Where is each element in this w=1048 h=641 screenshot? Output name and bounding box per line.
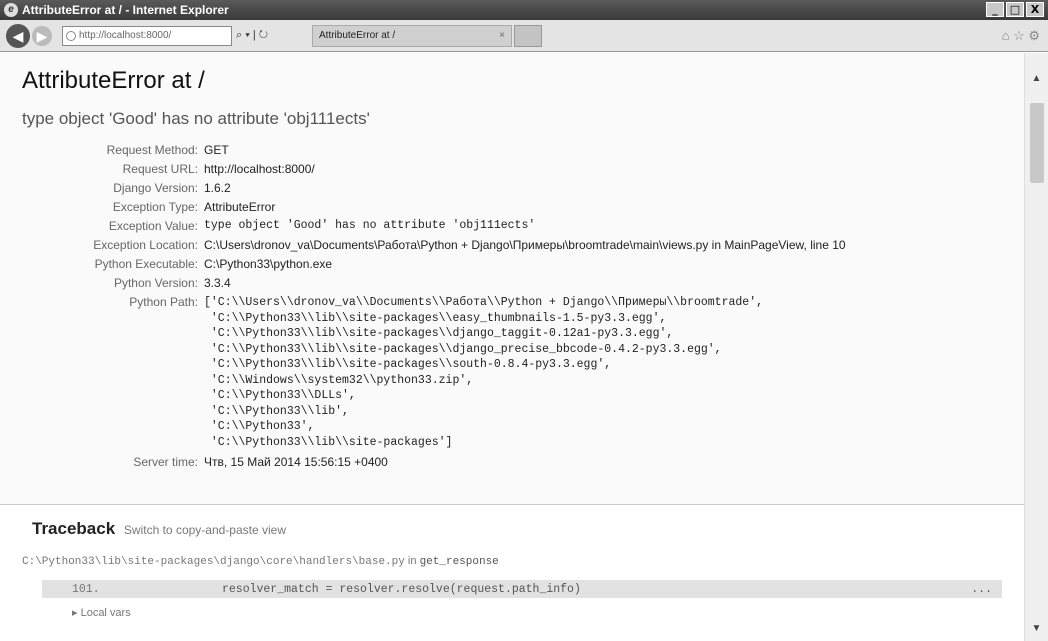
close-button[interactable]: X [1026,2,1044,17]
address-url: http://localhost:8000/ [79,30,172,41]
tab-active[interactable]: AttributeError at / × [312,24,512,47]
meta-value: 1.6.2 [204,181,231,195]
meta-row: Exception Value: type object 'Good' has n… [22,217,846,236]
error-message: type object 'Good' has no attribute 'obj… [22,109,370,128]
meta-row: Exception Type: AttributeError [22,198,846,217]
frame-function: get_response [419,556,499,568]
meta-label: Exception Location: [93,238,198,252]
page-content: AttributeError at / type object 'Good' h… [0,53,1024,641]
minimize-button[interactable]: _ [986,2,1004,17]
meta-row: Exception Location: C:\Users\dronov_va\Do… [22,236,846,255]
meta-value: type object 'Good' has no attribute 'obj… [204,219,536,232]
meta-row: Python Executable: C:\Python33\python.exe [22,255,846,274]
new-tab-button[interactable] [514,24,542,47]
meta-label: Request URL: [122,162,198,176]
window-controls: _ □ X [986,2,1044,17]
context-dots[interactable]: ... [971,583,992,596]
meta-row: Server time: Чтв, 15 Май 2014 15:56:15 +0… [22,453,846,472]
meta-row: Request Method: GET [22,141,846,160]
frame-in: in [404,555,420,567]
meta-label: Exception Type: [112,200,198,214]
browser-tools[interactable]: ⌂ ☆ ⚙ [1002,28,1040,44]
meta-row: Python Path: ['C:\\Users\\dronov_va\\Docu… [22,293,846,453]
meta-row: Python Version: 3.3.4 [22,274,846,293]
scroll-thumb[interactable] [1030,103,1044,183]
meta-label: Server time: [133,455,198,469]
code-line: resolver_match = resolver.resolve(reques… [222,582,581,596]
error-summary: AttributeError at / type object 'Good' h… [0,53,1024,505]
traceback-title: Traceback [32,519,116,538]
meta-value: C:\Python33\python.exe [204,257,333,271]
vertical-scrollbar[interactable]: ▲ ▼ [1024,53,1048,641]
forward-button[interactable]: ▶ [32,25,52,46]
scroll-up-icon[interactable]: ▲ [1025,71,1048,87]
switch-view-link[interactable]: Switch to copy-and-paste view [124,523,286,537]
error-title: AttributeError at / [22,67,205,94]
meta-label: Python Version: [113,276,198,290]
ie-logo-icon: e [4,3,18,17]
meta-row: Django Version: 1.6.2 [22,179,846,198]
page-icon [66,30,76,41]
meta-label: Exception Value: [108,219,198,233]
meta-value: 3.3.4 [204,276,231,290]
meta-value: GET [204,143,229,157]
request-meta-table: Request Method: GET Request URL: http://loc… [22,141,846,472]
traceback-heading: Traceback Switch to copy-and-paste view [32,519,1024,539]
window-title: AttributeError at / - Internet Explorer [22,3,229,17]
frame-file-path: C:\Python33\lib\site-packages\django\cor… [22,556,405,568]
meta-label: Request Method: [106,143,198,157]
meta-value: ['C:\\Users\\dronov_va\\Documents\\Работ… [204,296,763,449]
context-line[interactable]: 101. resolver_match = resolver.resolve(r… [42,580,1002,598]
tab-title: AttributeError at / [319,30,396,41]
meta-label: Python Path: [129,295,198,309]
address-bar[interactable]: http://localhost:8000/ [62,25,232,46]
local-vars-toggle[interactable]: ▸ Local vars [72,606,1024,619]
meta-value: C:\Users\dronov_va\Documents\Работа\Pyth… [204,238,846,252]
browser-navbar: ◀ ▶ http://localhost:8000/ ⌕ ▾ | ↻ Attri… [0,20,1048,52]
meta-value: http://localhost:8000/ [204,162,315,176]
address-tools[interactable]: ⌕ ▾ | ↻ [236,29,306,42]
meta-value: AttributeError [204,200,276,214]
meta-label: Python Executable: [94,257,198,271]
maximize-button[interactable]: □ [1006,2,1024,17]
meta-value: Чтв, 15 Май 2014 15:56:15 +0400 [204,455,388,469]
traceback-section: Traceback Switch to copy-and-paste view … [0,505,1024,619]
tab-close-icon[interactable]: × [499,30,505,41]
frame-file: C:\Python33\lib\site-packages\django\cor… [22,555,1024,568]
meta-label: Django Version: [113,181,198,195]
line-number: 101. [72,582,100,596]
window-titlebar: e AttributeError at / - Internet Explore… [0,0,1048,20]
back-button[interactable]: ◀ [6,23,30,48]
meta-row: Request URL: http://localhost:8000/ [22,160,846,179]
scroll-down-icon[interactable]: ▼ [1025,621,1048,637]
